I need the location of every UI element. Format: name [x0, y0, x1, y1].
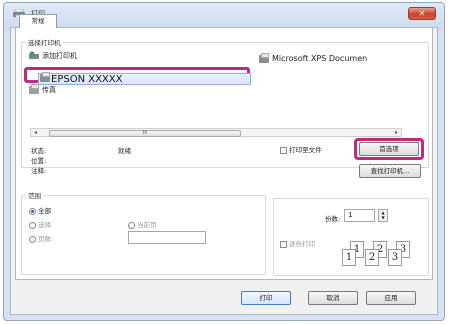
- general-panel: 选择打印机 添加打印机 Microsoft XPS Documen EPSON …: [15, 28, 433, 280]
- range-selection-option[interactable]: 选择: [29, 219, 51, 229]
- collate-checkbox[interactable]: 逐份打印: [280, 238, 315, 248]
- spinner-down-icon[interactable]: ▼: [379, 215, 387, 220]
- location-label: 位置:: [31, 157, 47, 165]
- printer-icon: [259, 52, 269, 63]
- collate-label: 逐份打印: [289, 240, 316, 248]
- printer-list-scrollbar[interactable]: ◂ III ▸: [30, 128, 402, 137]
- status-value: 就绪: [118, 147, 131, 155]
- radio-button[interactable]: [128, 221, 135, 229]
- print-button[interactable]: 打印: [241, 291, 291, 305]
- range-pages-label: 页数:: [38, 235, 54, 243]
- select-printer-label: 选择打印机: [26, 37, 63, 47]
- apply-button[interactable]: 应用: [366, 291, 416, 305]
- find-printer-button[interactable]: 查找打印机...: [359, 164, 421, 178]
- printer-label-epson: EPSON XXXXX: [51, 74, 123, 85]
- printer-item-fax[interactable]: 传真: [29, 83, 56, 95]
- printer-label-xps: Microsoft XPS Documen: [272, 54, 368, 63]
- collate-page-2-front: 2: [365, 249, 379, 266]
- radio-button[interactable]: [29, 207, 36, 215]
- radio-button[interactable]: [29, 221, 36, 229]
- radio-button[interactable]: [29, 235, 36, 243]
- range-current-page-label: 当前页: [137, 221, 157, 229]
- title-bar: 打印 ✕: [4, 3, 444, 23]
- printer-item-xps[interactable]: Microsoft XPS Documen: [259, 52, 368, 64]
- scroll-right-icon[interactable]: ▸: [395, 129, 398, 136]
- checkbox[interactable]: [280, 146, 287, 154]
- range-current-page-option[interactable]: 当前页: [128, 219, 157, 229]
- copies-input[interactable]: 1: [344, 209, 375, 222]
- printer-icon: [40, 72, 50, 82]
- checkbox[interactable]: [280, 240, 287, 248]
- collate-page-3-front: 3: [388, 249, 402, 266]
- range-selection-label: 选择: [38, 221, 52, 229]
- print-to-file-label: 打印至文件: [289, 146, 322, 154]
- tab-general[interactable]: 常规: [19, 14, 57, 28]
- collate-page-number: 2: [368, 252, 376, 263]
- printer-label-add: 添加打印机: [42, 51, 77, 60]
- copies-label: 份数:: [325, 215, 341, 223]
- printer-list[interactable]: 添加打印机 Microsoft XPS Documen EPSON XXXXX …: [24, 50, 402, 116]
- cancel-button[interactable]: 取消: [308, 291, 358, 305]
- collate-page-number: 3: [391, 252, 399, 263]
- close-button[interactable]: ✕: [408, 7, 436, 20]
- close-icon: ✕: [418, 9, 426, 18]
- preferences-button[interactable]: 首选项: [359, 142, 419, 156]
- status-label: 状态:: [31, 147, 47, 155]
- dialog-body: 常规 选择打印机 添加打印机 Microsoft XPS Documen EPS…: [10, 14, 438, 315]
- range-all-option[interactable]: 全部: [29, 205, 51, 215]
- collate-page-number: 1: [345, 252, 353, 263]
- fax-icon: [29, 83, 39, 94]
- comment-label: 注释:: [31, 167, 47, 175]
- printer-item-epson[interactable]: EPSON XXXXX: [38, 73, 251, 85]
- print-to-file-checkbox[interactable]: 打印至文件: [280, 144, 322, 154]
- scrollbar-thumb[interactable]: III: [49, 130, 241, 137]
- range-all-label: 全部: [38, 207, 52, 215]
- pages-input[interactable]: [128, 231, 206, 244]
- page-range-label: 范围: [26, 190, 43, 200]
- add-printer-icon: [29, 51, 39, 59]
- range-pages-option[interactable]: 页数:: [29, 233, 53, 243]
- print-dialog: 打印 ✕ 常规 选择打印机 添加打印机 Microsoft XP: [3, 2, 445, 321]
- selected-printer-highlight: EPSON XXXXX: [24, 67, 251, 85]
- printer-item-add[interactable]: 添加打印机: [29, 50, 77, 61]
- copies-value: 1: [348, 211, 353, 219]
- printer-label-fax: 传真: [42, 85, 56, 94]
- copies-spinner[interactable]: ▲ ▼: [378, 209, 388, 222]
- collate-page-1-front: 1: [342, 249, 356, 266]
- scroll-left-icon[interactable]: ◂: [34, 129, 37, 136]
